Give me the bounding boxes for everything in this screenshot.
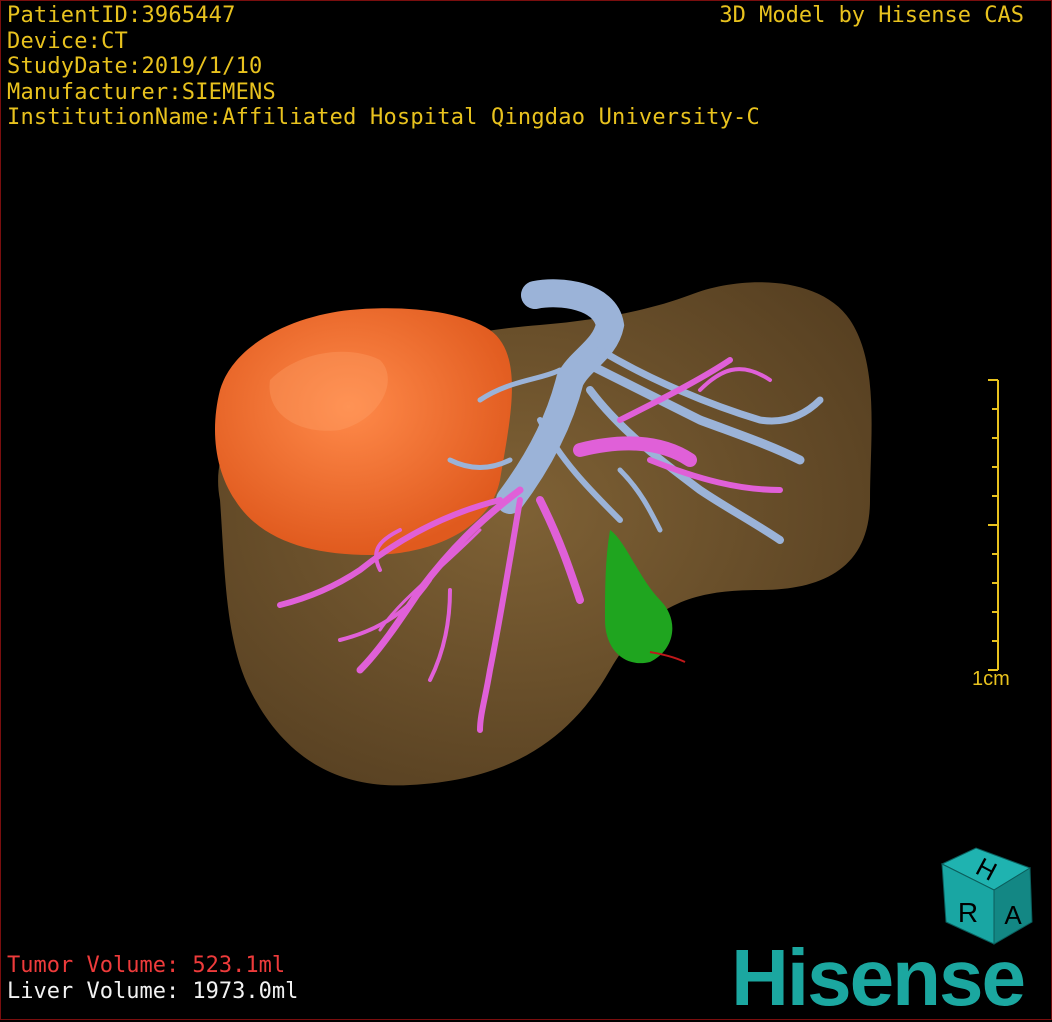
tumor <box>215 308 512 555</box>
scale-bar <box>988 379 999 671</box>
hisense-logo: Hisense <box>731 933 1026 1022</box>
institution-name: InstitutionName:Affiliated Hospital Qing… <box>7 105 760 130</box>
patient-id: PatientID:3965447 <box>7 3 236 28</box>
device: Device:CT <box>7 28 129 54</box>
model-credit: 3D Model by Hisense CAS <box>719 3 1024 28</box>
volume-readout: Tumor Volume: 523.1ml Liver Volume: 1973… <box>7 953 298 1005</box>
study-date: StudyDate:2019/1/10 <box>7 54 263 79</box>
tumor-volume: Tumor Volume: 523.1ml <box>7 953 286 978</box>
liver-3d-model[interactable] <box>180 270 900 810</box>
liver-volume: Liver Volume: 1973.0ml <box>7 979 299 1004</box>
manufacturer: Manufacturer:SIEMENS <box>7 79 276 105</box>
cube-front-label: R <box>958 897 978 928</box>
dicom-info: PatientID:3965447 Device:CT StudyDate:20… <box>7 3 760 131</box>
scale-label: 1cm <box>972 668 1010 690</box>
cube-side-label: A <box>1004 900 1022 930</box>
